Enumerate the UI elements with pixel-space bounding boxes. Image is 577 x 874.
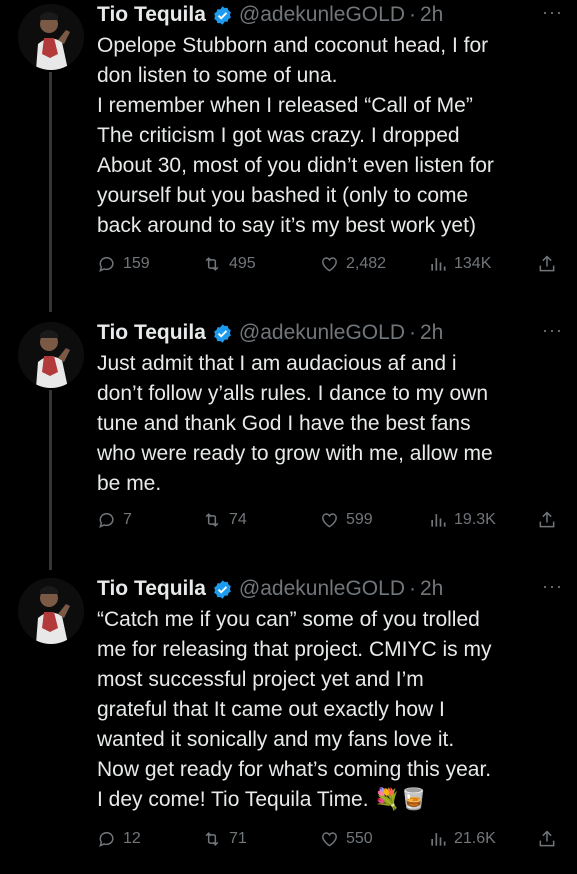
reply-button[interactable]: 159 — [97, 254, 150, 274]
retweet-icon — [205, 257, 219, 271]
share-icon — [539, 255, 555, 272]
share-icon — [539, 830, 555, 847]
tweet-text: Opelope Stubborn and coconut head, I for… — [97, 34, 494, 237]
timestamp[interactable]: 2h — [420, 577, 443, 601]
like-count: 550 — [346, 830, 373, 847]
retweet-icon — [205, 513, 219, 527]
author-handle[interactable]: @adekunleGOLD — [239, 577, 405, 601]
views-count: 134K — [454, 255, 492, 272]
avatar[interactable] — [18, 322, 84, 388]
reply-count: 159 — [123, 255, 150, 272]
heart-icon — [322, 513, 337, 528]
views-button[interactable]: 21.6K — [428, 829, 496, 849]
retweet-button[interactable]: 74 — [201, 510, 247, 530]
share-button[interactable] — [537, 829, 557, 849]
verified-badge-icon — [214, 323, 231, 343]
reply-count: 12 — [123, 830, 141, 847]
reply-button[interactable]: 12 — [97, 829, 141, 849]
thread-line — [49, 72, 52, 312]
action-bar: 159 495 2,482 134K — [97, 254, 567, 284]
separator-dot: · — [408, 3, 416, 26]
timestamp[interactable]: 2h — [420, 321, 443, 345]
like-button[interactable]: 550 — [319, 829, 373, 849]
author-name[interactable]: Tio Tequila — [97, 321, 206, 345]
like-count: 2,482 — [346, 255, 387, 272]
author-handle[interactable]: @adekunleGOLD — [239, 321, 405, 345]
author-name[interactable]: Tio Tequila — [97, 577, 206, 601]
tweet-text: “Catch me if you can” some of you trolle… — [97, 608, 492, 811]
retweet-count: 74 — [229, 511, 247, 528]
reply-button[interactable]: 7 — [97, 510, 132, 530]
verified-badge-icon — [214, 579, 231, 599]
author-name[interactable]: Tio Tequila — [97, 3, 206, 27]
avatar[interactable] — [18, 578, 84, 644]
more-options-icon[interactable]: ··· — [542, 576, 563, 597]
views-chart-icon — [431, 833, 446, 846]
retweet-count: 495 — [229, 255, 256, 272]
heart-icon — [322, 257, 337, 272]
share-button[interactable] — [537, 254, 557, 274]
reply-count: 7 — [123, 511, 132, 528]
more-options-icon[interactable]: ··· — [542, 2, 563, 23]
tweet-text: Just admit that I am audacious af and i … — [97, 352, 493, 495]
verified-badge-icon — [214, 5, 231, 25]
views-count: 21.6K — [454, 830, 496, 847]
reply-icon — [99, 512, 114, 529]
share-button[interactable] — [537, 510, 557, 530]
tweet-header: Tio Tequila @adekunleGOLD · 2h — [97, 0, 443, 30]
action-bar: 12 71 550 21.6K — [97, 829, 567, 859]
tweet-header: Tio Tequila @adekunleGOLD · 2h — [97, 318, 443, 348]
timestamp[interactable]: 2h — [420, 3, 443, 27]
views-button[interactable]: 134K — [428, 254, 491, 274]
retweet-button[interactable]: 495 — [201, 254, 256, 274]
author-handle[interactable]: @adekunleGOLD — [239, 3, 405, 27]
reply-icon — [99, 256, 114, 273]
like-button[interactable]: 599 — [319, 510, 373, 530]
action-bar: 7 74 599 19.3K — [97, 510, 567, 540]
retweet-count: 71 — [229, 830, 247, 847]
separator-dot: · — [408, 577, 416, 600]
reply-icon — [99, 831, 114, 848]
heart-icon — [322, 832, 337, 847]
more-options-icon[interactable]: ··· — [542, 320, 563, 341]
retweet-button[interactable]: 71 — [201, 829, 247, 849]
retweet-icon — [205, 832, 219, 846]
thread-line — [49, 390, 52, 570]
views-chart-icon — [431, 514, 446, 527]
views-chart-icon — [431, 258, 446, 271]
share-icon — [539, 511, 555, 528]
separator-dot: · — [408, 321, 416, 344]
like-count: 599 — [346, 511, 373, 528]
tweet-header: Tio Tequila @adekunleGOLD · 2h — [97, 574, 443, 604]
avatar[interactable] — [18, 4, 84, 70]
like-button[interactable]: 2,482 — [319, 254, 386, 274]
views-button[interactable]: 19.3K — [428, 510, 496, 530]
views-count: 19.3K — [454, 511, 496, 528]
